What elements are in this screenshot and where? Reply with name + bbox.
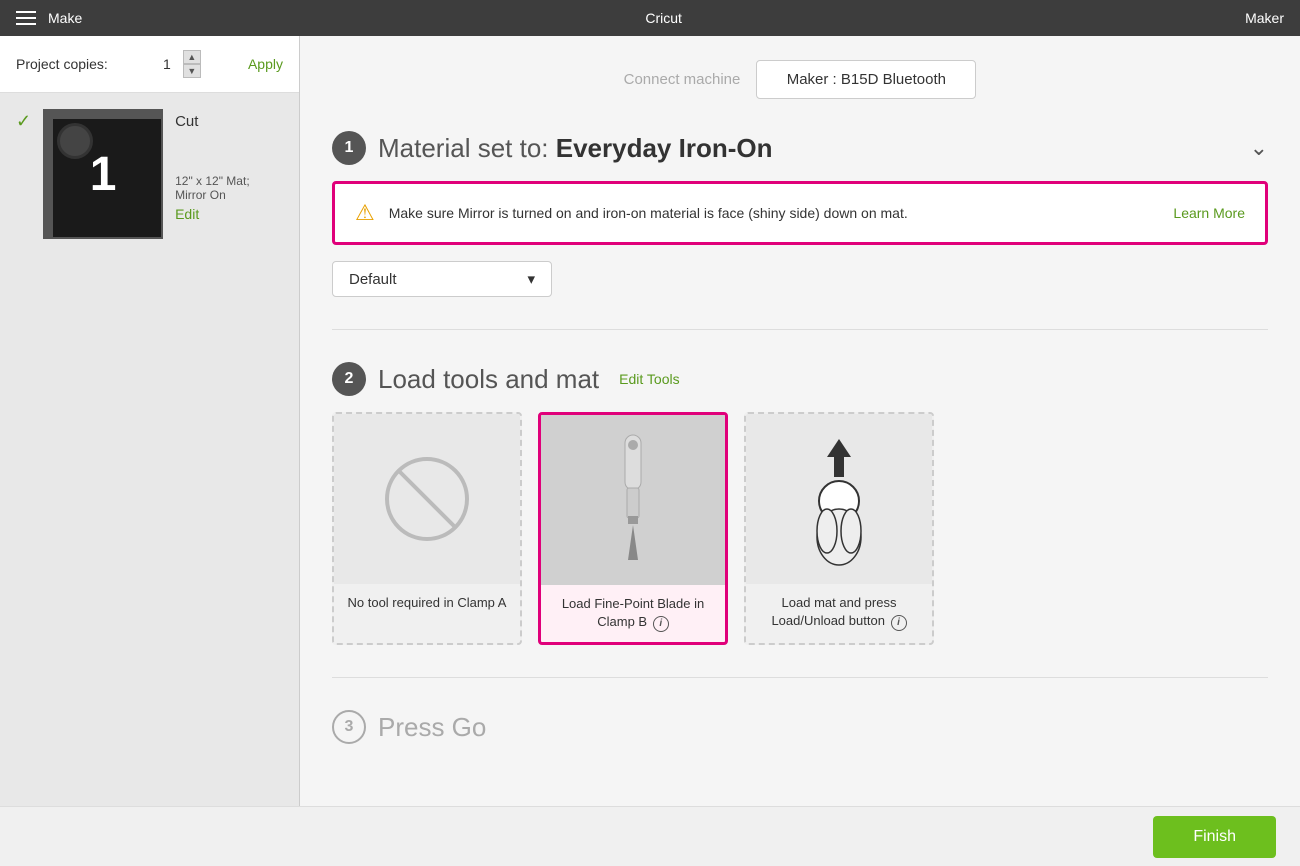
project-copies-row: Project copies: 1 ▲ ▼ Apply: [0, 36, 299, 93]
machine-connect-button[interactable]: Maker : B15D Bluetooth: [756, 60, 976, 99]
top-bar-left: Make: [16, 10, 82, 26]
clamp-b-image: [541, 415, 725, 585]
no-tool-icon: [377, 449, 477, 549]
copies-spinner: ▲ ▼: [183, 50, 201, 78]
divider2: [332, 677, 1268, 678]
mat-press-icon: [779, 429, 899, 569]
tool-card-clamp-b: Load Fine-Point Blade in Clamp B i: [538, 412, 728, 645]
step1-number: 1: [332, 131, 366, 165]
mat-size-label: 12" x 12" Mat; Mirror On: [175, 174, 283, 202]
cut-label: Cut: [175, 113, 283, 130]
step3-section: 3 Press Go: [332, 710, 1268, 760]
bottom-bar: Finish: [0, 806, 1300, 866]
material-dropdown[interactable]: Default ▾: [332, 261, 552, 297]
step3-title: Press Go: [378, 712, 486, 743]
machine-name: Maker: [1245, 10, 1284, 26]
warning-triangle-icon: ⚠: [355, 200, 375, 226]
mat-ruler-top: [45, 111, 161, 119]
mat-number: 1: [90, 147, 117, 202]
blade-icon: [603, 430, 663, 570]
copies-control: 1 ▲ ▼: [155, 50, 201, 78]
mat-circle: [57, 123, 93, 159]
apply-button[interactable]: Apply: [248, 56, 283, 72]
cricut-logo: Cricut: [645, 10, 682, 26]
dropdown-value: Default: [349, 271, 397, 288]
top-bar: Make Cricut Maker: [0, 0, 1300, 36]
clamp-a-label: No tool required in Clamp A: [336, 584, 519, 622]
learn-more-link[interactable]: Learn More: [1173, 205, 1245, 221]
left-panel: Project copies: 1 ▲ ▼ Apply ✓ 1 Cut 12" …: [0, 36, 300, 806]
mat-thumbnail: 1: [43, 109, 163, 239]
warning-banner: ⚠ Make sure Mirror is turned on and iron…: [332, 181, 1268, 245]
step2-header: 2 Load tools and mat Edit Tools: [332, 362, 1268, 396]
mat-info: Cut 12" x 12" Mat; Mirror On Edit: [175, 113, 283, 222]
tool-card-mat-load: Load mat and press Load/Unload button i: [744, 412, 934, 645]
step1-header: 1 Material set to: Everyday Iron-On ⌄: [332, 131, 1268, 165]
mat-load-info-icon[interactable]: i: [891, 615, 907, 631]
hamburger-icon[interactable]: [16, 11, 36, 25]
mat-section: ✓ 1 Cut 12" x 12" Mat; Mirror On Edit: [0, 93, 299, 255]
step1-title-bold: Everyday Iron-On: [556, 133, 773, 163]
tool-cards: No tool required in Clamp A: [332, 412, 1268, 645]
step1-title: Material set to: Everyday Iron-On: [378, 133, 772, 164]
copies-down-button[interactable]: ▼: [183, 64, 201, 78]
mat-press-image: [746, 414, 932, 584]
tool-card-clamp-a: No tool required in Clamp A: [332, 412, 522, 645]
clamp-b-label: Load Fine-Point Blade in Clamp B i: [541, 585, 725, 642]
copies-up-button[interactable]: ▲: [183, 50, 201, 64]
edit-link[interactable]: Edit: [175, 206, 283, 222]
mat-load-label: Load mat and press Load/Unload button i: [746, 584, 932, 641]
clamp-a-image: [334, 414, 520, 584]
top-bar-title: Make: [48, 10, 82, 26]
step1-section: 1 Material set to: Everyday Iron-On ⌄ ⚠ …: [332, 131, 1268, 297]
step1-title-pre: Material set to:: [378, 133, 549, 163]
right-content: Connect machine Maker : B15D Bluetooth 1…: [300, 36, 1300, 806]
warning-text: Make sure Mirror is turned on and iron-o…: [389, 205, 1160, 221]
clamp-b-info-icon[interactable]: i: [653, 616, 669, 632]
project-copies-label: Project copies:: [16, 56, 108, 72]
step1-chevron-button[interactable]: ⌄: [1250, 135, 1268, 161]
edit-tools-link[interactable]: Edit Tools: [619, 371, 679, 387]
copies-value: 1: [155, 56, 179, 72]
step3-number: 3: [332, 710, 366, 744]
connect-machine-text: Connect machine: [624, 71, 741, 88]
step2-number: 2: [332, 362, 366, 396]
dropdown-row: Default ▾: [332, 261, 1268, 297]
main-layout: Project copies: 1 ▲ ▼ Apply ✓ 1 Cut 12" …: [0, 36, 1300, 806]
mat-ruler-left: [45, 111, 53, 237]
finish-button[interactable]: Finish: [1153, 816, 1276, 858]
step2-title: Load tools and mat: [378, 364, 599, 395]
dropdown-arrow-icon: ▾: [527, 270, 535, 288]
checkmark-icon: ✓: [16, 111, 31, 132]
divider1: [332, 329, 1268, 330]
connect-bar: Connect machine Maker : B15D Bluetooth: [332, 60, 1268, 99]
step2-section: 2 Load tools and mat Edit Tools No t: [332, 362, 1268, 645]
step3-header: 3 Press Go: [332, 710, 1268, 744]
